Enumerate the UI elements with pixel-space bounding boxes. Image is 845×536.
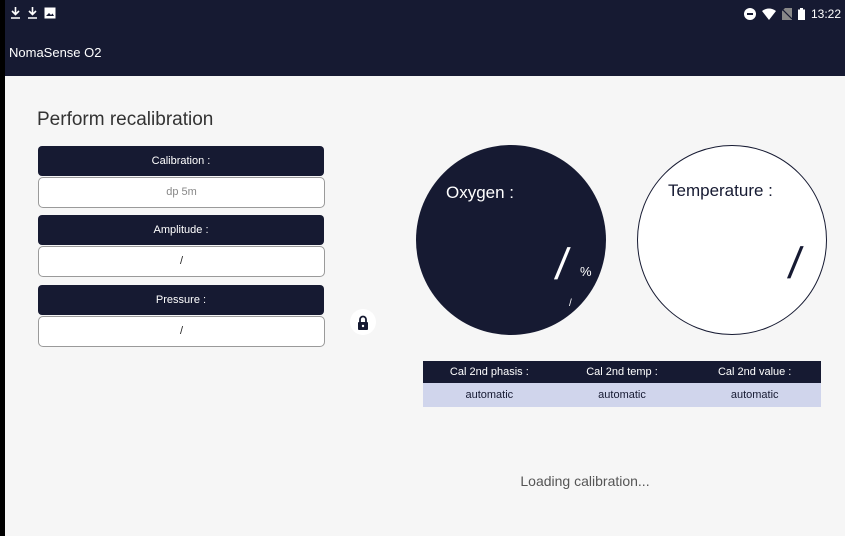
loading-status: Loading calibration...: [520, 473, 650, 489]
oxygen-unit: %: [580, 264, 592, 279]
amplitude-label: Amplitude :: [38, 215, 324, 245]
table-header-row: Cal 2nd phasis : Cal 2nd temp : Cal 2nd …: [423, 361, 821, 383]
oxygen-sub-value: /: [569, 298, 572, 309]
temperature-label: Temperature :: [668, 181, 773, 200]
battery-icon: [797, 8, 805, 20]
app-title: NomaSense O2: [9, 45, 102, 60]
wifi-icon: [761, 8, 776, 20]
cell-cal-phasis: automatic: [465, 389, 514, 401]
image-icon: [44, 7, 56, 19]
header-cal-temp: Cal 2nd temp :: [586, 366, 658, 378]
status-time: 13:22: [810, 7, 841, 21]
app-screen: 13:22 NomaSense O2 Perform recalibration…: [5, 0, 845, 536]
oxygen-gauge: Oxygen : / % /: [416, 145, 606, 335]
header-cal-phasis: Cal 2nd phasis :: [449, 366, 529, 378]
status-bar-right: 13:22: [743, 7, 841, 21]
pressure-label: Pressure :: [38, 285, 324, 315]
calibration-field[interactable]: dp 5m: [38, 177, 325, 208]
app-bar: 13:22 NomaSense O2: [5, 0, 845, 76]
temperature-value: /: [785, 239, 805, 288]
download-icon: [11, 7, 20, 19]
header-cal-value: Cal 2nd value :: [717, 366, 792, 378]
amplitude-field[interactable]: /: [38, 246, 325, 277]
do-not-disturb-icon: [743, 8, 756, 20]
temperature-gauge: Temperature : /: [637, 145, 827, 335]
table-row: automatic automatic automatic: [423, 383, 821, 407]
calibration-table: Cal 2nd phasis : Cal 2nd temp : Cal 2nd …: [423, 361, 821, 407]
lock-button[interactable]: [350, 309, 376, 335]
cell-cal-temp: automatic: [598, 389, 646, 401]
cell-cal-value: automatic: [730, 389, 779, 401]
page-title: Perform recalibration: [37, 109, 214, 130]
no-sim-icon: [781, 8, 792, 20]
calibration-label: Calibration :: [38, 146, 324, 176]
pressure-field[interactable]: /: [38, 316, 325, 347]
oxygen-label: Oxygen :: [446, 183, 515, 202]
oxygen-value: /: [552, 240, 572, 289]
lock-icon: [358, 315, 368, 330]
status-bar-left: [10, 7, 56, 19]
download-icon: [28, 7, 37, 19]
